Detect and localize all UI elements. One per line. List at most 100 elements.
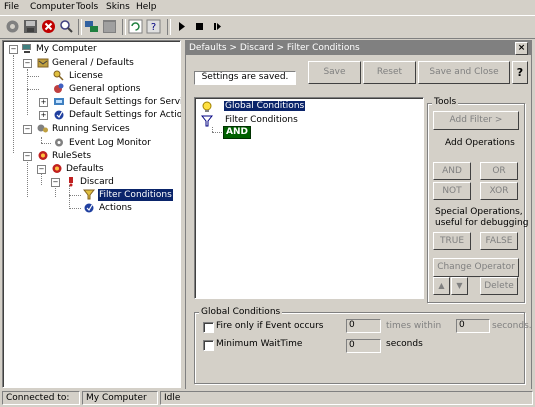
pause-icon[interactable] <box>210 19 225 34</box>
connected-computer: My Computer <box>82 391 158 405</box>
tree-connector <box>13 55 14 153</box>
within-seconds-input[interactable]: 0 <box>456 319 490 333</box>
seconds-label: seconds. <box>492 321 532 331</box>
navigation-tree: − My Computer − General / Defaults Licen… <box>2 40 198 388</box>
tree-connector <box>69 185 70 209</box>
network-icon[interactable] <box>84 19 99 34</box>
tree-label: Discard <box>80 177 114 187</box>
expand-toggle[interactable]: − <box>23 125 32 134</box>
tree-label: License <box>69 71 103 81</box>
tree-label: Filter Conditions <box>98 189 173 201</box>
xor-button[interactable]: XOR <box>480 182 518 200</box>
connected-to-label: Connected to: <box>2 391 80 405</box>
options-icon <box>54 83 64 93</box>
waittime-input[interactable]: 0 <box>346 339 381 353</box>
tree-label: Default Settings for Services <box>69 97 198 107</box>
filter-conditions-node[interactable]: Filter Conditions <box>225 115 298 125</box>
rule-icon <box>69 177 73 187</box>
expand-toggle[interactable]: − <box>9 45 18 54</box>
tree-connector <box>41 173 42 185</box>
menu-tools[interactable]: Tools <box>76 2 98 12</box>
not-button[interactable]: NOT <box>433 182 471 200</box>
tree-label: General options <box>69 84 141 94</box>
help-button[interactable]: ? <box>512 61 528 84</box>
minimum-waittime-checkbox[interactable] <box>203 340 214 351</box>
status-bar: Connected to: My Computer Idle <box>0 389 535 407</box>
refresh-icon[interactable] <box>128 19 143 34</box>
search-icon[interactable] <box>59 19 74 34</box>
services-icon <box>54 98 64 105</box>
expand-toggle[interactable]: + <box>39 98 48 107</box>
true-button[interactable]: TRUE <box>433 232 471 250</box>
tree-label: Default Settings for Actions <box>69 110 193 120</box>
toolbar: ? <box>0 15 535 39</box>
svg-text:?: ? <box>151 22 156 33</box>
save-status: Settings are saved. <box>194 71 296 85</box>
global-conditions-node[interactable]: Global Conditions <box>224 101 306 111</box>
delete-button[interactable]: Delete <box>480 277 518 295</box>
add-operations-label: Add Operations <box>445 138 515 148</box>
computer-icon <box>22 44 31 53</box>
settings-icon[interactable] <box>5 19 20 34</box>
expand-toggle[interactable]: − <box>51 178 60 187</box>
tree-label: General / Defaults <box>52 58 134 68</box>
tree-connector <box>27 76 39 77</box>
and-button[interactable]: AND <box>433 162 471 180</box>
change-operator-button[interactable]: Change Operator <box>433 258 519 277</box>
lightbulb-icon <box>202 101 212 112</box>
toolbar-separator <box>78 19 82 35</box>
fire-only-checkbox[interactable] <box>203 322 214 333</box>
tree-connector <box>69 195 81 196</box>
menu-skins[interactable]: Skins <box>106 2 130 12</box>
help-icon[interactable]: ? <box>146 19 161 34</box>
menu-help[interactable]: Help <box>136 2 157 12</box>
window-icon[interactable] <box>102 19 117 34</box>
move-down-icon[interactable]: ▼ <box>451 277 468 295</box>
save-and-close-button[interactable]: Save and Close <box>418 61 510 84</box>
add-filter-button[interactable]: Add Filter > <box>433 111 519 130</box>
tree-label: RuleSets <box>52 151 92 161</box>
folder-icon <box>37 58 49 68</box>
expand-toggle[interactable]: + <box>39 111 48 120</box>
fire-count-input[interactable]: 0 <box>346 319 381 333</box>
panel-title: Defaults > Discard > Filter Conditions <box>189 43 360 53</box>
minimum-waittime-label: Minimum WaitTime <box>216 339 303 349</box>
times-within-label: times within <box>386 321 442 331</box>
actions-icon <box>84 203 94 213</box>
gears-icon <box>37 124 48 133</box>
filter-icon <box>201 115 213 127</box>
false-button[interactable]: FALSE <box>480 232 518 250</box>
tools-group-label: Tools <box>432 97 459 107</box>
stop-icon[interactable] <box>41 19 56 34</box>
condition-tree: Global Conditions Filter Conditions AND <box>194 97 424 299</box>
toolbar-separator <box>167 19 171 35</box>
menu-computer[interactable]: Computer <box>30 2 75 12</box>
expand-toggle[interactable]: − <box>23 59 32 68</box>
move-up-icon[interactable]: ▲ <box>433 277 450 295</box>
or-button[interactable]: OR <box>480 162 518 180</box>
stop-square-icon[interactable] <box>192 19 207 34</box>
filter-icon <box>83 189 95 200</box>
key-icon <box>53 70 64 81</box>
fire-only-label: Fire only if Event occurs <box>216 321 324 331</box>
menu-file[interactable]: File <box>4 2 19 12</box>
save-button[interactable]: Save <box>308 61 361 84</box>
waittime-seconds-label: seconds <box>386 339 423 349</box>
expand-toggle[interactable]: − <box>37 165 46 174</box>
toolbar-separator <box>122 19 126 35</box>
close-icon[interactable]: × <box>515 42 528 55</box>
special-operations-note: useful for debugging <box>435 218 529 228</box>
tree-connector <box>27 89 39 90</box>
global-conditions-group-label: Global Conditions <box>199 307 283 317</box>
and-operator-node[interactable]: AND <box>223 126 251 139</box>
reset-button[interactable]: Reset <box>363 61 416 84</box>
save-icon[interactable] <box>23 19 38 34</box>
ruleset-icon <box>38 151 48 160</box>
panel-titlebar: Defaults > Discard > Filter Conditions × <box>186 41 531 55</box>
status-text: Idle <box>160 391 533 405</box>
tree-label: Defaults <box>66 164 104 174</box>
play-icon[interactable] <box>174 19 189 34</box>
menu-bar: File Computer Tools Skins Help <box>0 0 535 15</box>
expand-toggle[interactable]: − <box>23 152 32 161</box>
tree-label: Event Log Monitor <box>69 138 151 148</box>
